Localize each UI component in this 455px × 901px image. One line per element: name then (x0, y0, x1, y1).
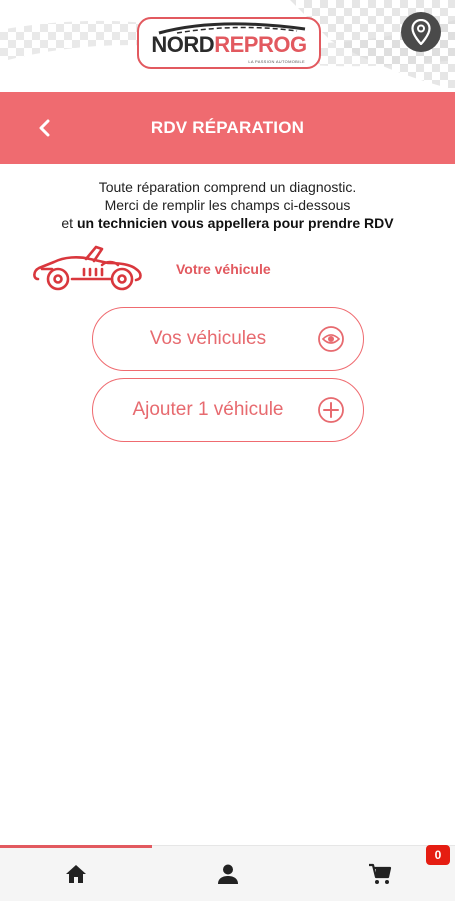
add-vehicle-button[interactable]: Ajouter 1 véhicule (92, 378, 364, 442)
cart-count-badge: 0 (426, 845, 450, 865)
plus-circle-icon (318, 397, 344, 423)
nav-item-account[interactable] (152, 846, 303, 901)
car-icon (33, 245, 142, 291)
my-vehicles-label: Vos véhicules (149, 328, 267, 349)
bottom-nav: 0 (0, 845, 455, 901)
intro-line-2: Merci de remplir les champs ci-dessous (104, 197, 351, 213)
intro-text: Toute réparation comprend un diagnostic.… (0, 178, 455, 232)
brand-logo: NORDREPROG LA PASSION AUTOMOBILE (137, 17, 321, 69)
intro-line-3-bold: un technicien vous appellera pour prendr… (76, 215, 394, 231)
location-button[interactable] (401, 12, 441, 52)
vehicle-section-label: Votre véhicule (176, 261, 271, 277)
title-bar: RDV RÉPARATION (0, 92, 455, 164)
nav-item-home[interactable] (0, 846, 151, 901)
intro-line-3: et un technicien vous appellera pour pre… (0, 214, 455, 232)
user-icon (217, 864, 238, 884)
page-title: RDV RÉPARATION (150, 118, 305, 137)
intro-line-1: Toute réparation comprend un diagnostic. (98, 179, 357, 195)
logo-tagline: LA PASSION AUTOMOBILE (248, 59, 305, 64)
cart-icon (368, 863, 391, 884)
add-vehicle-label: Ajouter 1 véhicule (132, 399, 284, 420)
logo-text-nord: NORD (151, 32, 215, 57)
logo-text-reprog: REPROG (214, 32, 307, 57)
intro-line-3-prefix: et (61, 215, 74, 231)
home-icon (65, 864, 86, 883)
top-header: NORDREPROG LA PASSION AUTOMOBILE (0, 0, 455, 92)
eye-icon (318, 326, 344, 352)
location-pin-icon (411, 19, 431, 45)
my-vehicles-button[interactable]: Vos véhicules (92, 307, 364, 371)
